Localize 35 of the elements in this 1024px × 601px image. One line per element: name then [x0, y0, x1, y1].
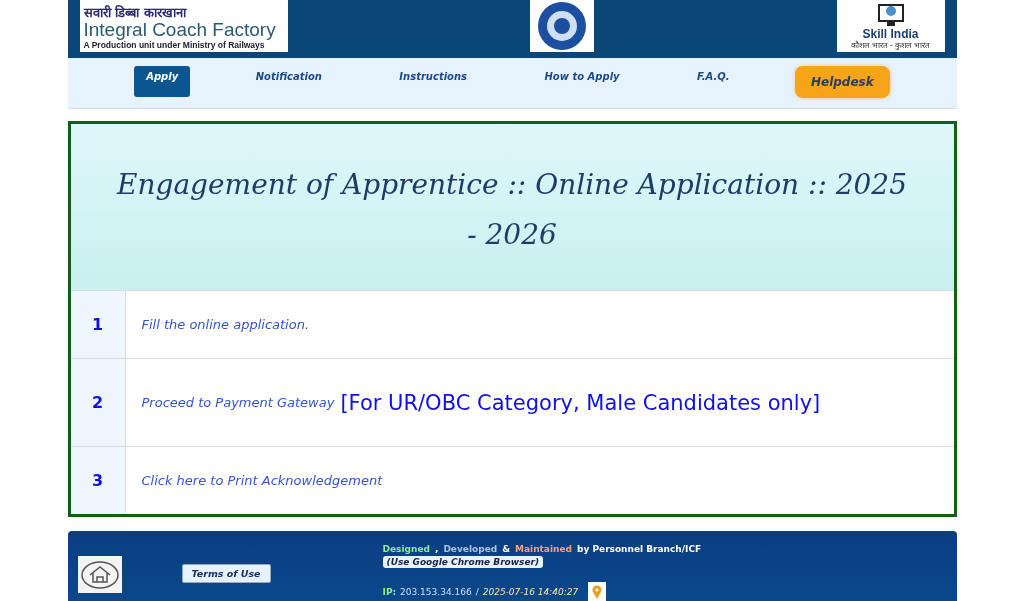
separator: /	[475, 587, 479, 597]
site-title: Integral Coach Factory	[83, 19, 277, 40]
credit-text: Maintained	[515, 544, 572, 554]
ip-label: IP:	[382, 587, 397, 597]
terms-button[interactable]: Terms of Use	[181, 564, 271, 583]
home-icon[interactable]	[77, 556, 122, 593]
step-link[interactable]: Click here to Print Acknowledgement	[141, 473, 383, 488]
step-link[interactable]: Fill the online application.	[141, 317, 310, 332]
timestamp: 2025-07-16 14:40:27	[482, 587, 579, 597]
nav-tab[interactable]: How to Apply	[532, 66, 632, 97]
nav-tab[interactable]: Notification	[243, 66, 334, 97]
hindi-title: सवारी डिब्बा कारखाना	[83, 6, 188, 19]
skill-logo-tagline: कौशल भारत - कुशल भारत	[850, 41, 931, 50]
step-number: 1	[70, 291, 126, 358]
credit-text: ,	[434, 544, 439, 554]
helpdesk-button[interactable]: Helpdesk	[794, 66, 890, 98]
map-pin-icon[interactable]	[588, 582, 607, 601]
emblem-icon	[530, 0, 594, 52]
step-number: 2	[70, 359, 126, 446]
site-subtitle: A Production unit under Ministry of Railways	[83, 40, 265, 50]
credit-text: Designed	[382, 544, 430, 554]
step-number: 3	[70, 447, 126, 514]
credit-text: by Personnel Branch/ICF	[577, 544, 702, 554]
monitor-icon	[875, 2, 906, 28]
credit-text: &	[502, 544, 511, 554]
credit-text: Developed	[443, 544, 498, 554]
skill-logo-name: Skill India	[862, 28, 919, 41]
nav-tab[interactable]: F.A.Q.	[685, 66, 742, 97]
step-note: [For UR/OBC Category, Male Candidates only]	[340, 390, 821, 415]
step-link[interactable]: Proceed to Payment Gateway	[141, 395, 335, 410]
nav-tab[interactable]: Apply	[134, 66, 191, 97]
page-title: Engagement of Apprentice :: Online Application :: 2025 - 2026	[70, 124, 954, 290]
nav-tab[interactable]: Instructions	[387, 66, 480, 97]
browser-note: (Use Google Chrome Browser)	[382, 556, 544, 568]
ip-address: 203.153.34.166	[400, 587, 472, 597]
